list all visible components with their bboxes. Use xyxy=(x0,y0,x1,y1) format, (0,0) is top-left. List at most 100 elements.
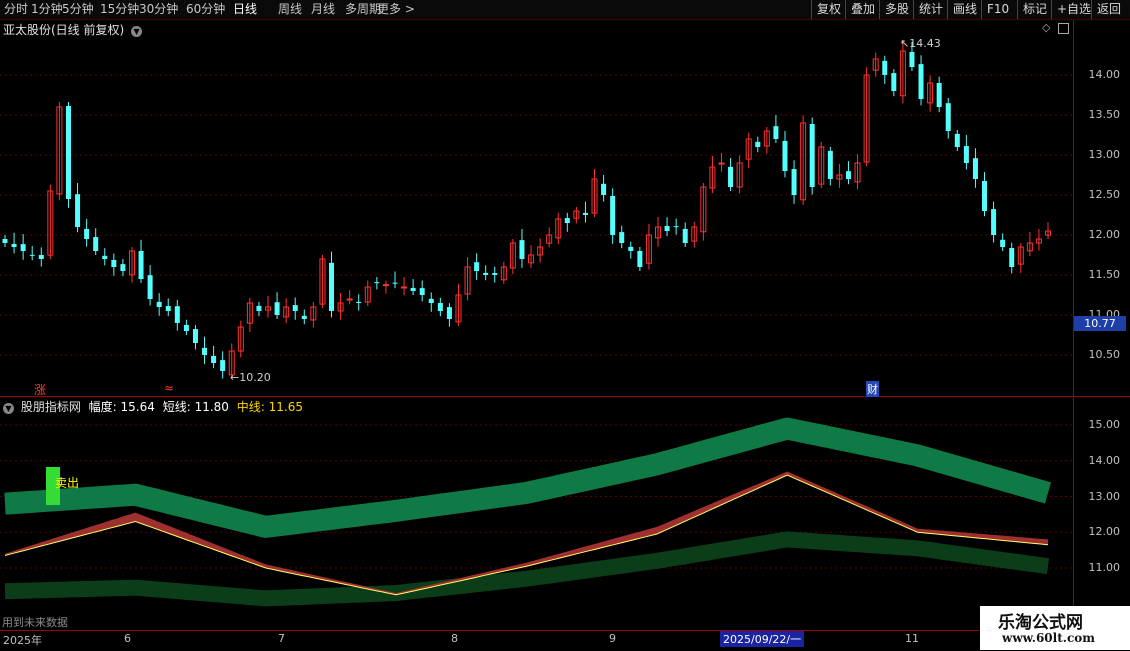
lower-band xyxy=(4,531,1050,607)
candle-body-down xyxy=(256,305,262,311)
price-tick: 14.00 xyxy=(1088,68,1121,81)
main-title: 亚太股份(日线 前复权) ▼ xyxy=(3,21,143,38)
candle-body-down xyxy=(637,251,643,267)
axis-label-8: 8 xyxy=(451,632,458,645)
indicator-tick: 15.00 xyxy=(1088,418,1121,431)
candle-body-down xyxy=(610,195,616,235)
price-tick: 13.50 xyxy=(1088,108,1121,121)
indicator-zhong: 中线: 11.65 xyxy=(236,400,303,414)
candle-body-down xyxy=(156,301,162,307)
candle-body-down xyxy=(446,307,452,319)
diamond-icon[interactable]: ◇ xyxy=(1042,21,1050,34)
date-axis: 2025年 6 7 8 9 2025/09/22/一 11 xyxy=(0,630,1130,651)
high-price-label: ↖14.43 xyxy=(900,37,941,50)
axis-label-11: 11 xyxy=(905,632,919,645)
indicator-tick: 13.00 xyxy=(1088,489,1121,503)
current-price-badge: 10.77 xyxy=(1074,316,1126,331)
candle-body-down xyxy=(755,141,761,147)
candle-body-down xyxy=(954,133,960,147)
price-tick: 11.50 xyxy=(1088,268,1121,281)
candle-body-down xyxy=(20,244,26,251)
candle-body-down xyxy=(619,232,625,243)
candle-body-down xyxy=(1009,247,1015,267)
watermark-url: www.60lt.com xyxy=(1002,631,1095,645)
candle-body-down xyxy=(773,126,779,139)
candle-body-down xyxy=(274,302,280,315)
candle-body-down xyxy=(474,262,480,271)
price-tick: 12.00 xyxy=(1088,228,1121,241)
watermark-name: 乐淘公式网 xyxy=(998,613,1083,633)
candle-body-down xyxy=(120,264,126,271)
candle-body-down xyxy=(809,123,815,187)
zhang-marker: 涨 xyxy=(34,383,47,397)
low-price-value: 10.20 xyxy=(239,371,271,384)
indicator-name[interactable]: 股朋指标网 xyxy=(21,400,81,414)
candle-body-down xyxy=(38,255,44,259)
candle-body-down xyxy=(936,83,942,107)
candle-body-down xyxy=(356,301,362,303)
axis-label-year: 2025年 xyxy=(3,634,42,647)
candle-body-down xyxy=(972,158,978,179)
xiu-marker: ≈ xyxy=(164,381,175,395)
candle-body-down xyxy=(1000,239,1006,247)
sell-signal-label: 卖出 xyxy=(55,476,80,490)
indicator-dropdown-icon[interactable]: ▼ xyxy=(3,403,14,414)
candle-body-down xyxy=(138,251,144,279)
candle-body-down xyxy=(392,282,398,284)
candle-body-down xyxy=(11,243,17,247)
candle-body-down xyxy=(945,103,951,131)
indicator-tick: 12.00 xyxy=(1088,525,1121,539)
indicator-scale: 15.00 14.00 13.00 12.00 11.00 xyxy=(1073,398,1130,630)
candle-body-down xyxy=(601,183,607,195)
candle-body-down xyxy=(782,140,788,171)
candle-body-down xyxy=(374,282,380,284)
candle-body-down xyxy=(84,228,90,239)
candle-body-down xyxy=(147,275,153,299)
candle-body-up xyxy=(346,298,353,301)
upper-band xyxy=(2,417,1052,538)
candle-body-down xyxy=(75,194,81,227)
candle-body-down xyxy=(29,254,35,256)
candle-body-down xyxy=(111,259,117,267)
candle-body-down xyxy=(410,287,416,291)
candle-body-down xyxy=(220,360,226,371)
candle-body-down xyxy=(419,288,425,295)
axis-label-6: 6 xyxy=(124,632,131,645)
candle-body-down xyxy=(673,226,679,228)
candle-body-down xyxy=(845,171,851,179)
candle-body-down xyxy=(192,329,198,343)
title-dropdown-icon[interactable]: ▼ xyxy=(131,26,143,37)
candle-body-down xyxy=(582,212,588,215)
future-data-note: 用到未来数据 xyxy=(2,616,68,629)
watermark-logo: 乐淘公式网 www.60lt.com xyxy=(980,606,1130,650)
main-title-text: 亚太股份(日线 前复权) xyxy=(3,23,125,37)
candle-body-down xyxy=(827,150,833,179)
candle-body-down xyxy=(628,246,634,251)
candle-body-down xyxy=(791,169,797,195)
candle-body-down xyxy=(909,51,915,67)
candle-body-down xyxy=(891,73,897,91)
candle-body-down xyxy=(428,298,434,303)
candle-body-down xyxy=(918,64,924,99)
axis-label-7: 7 xyxy=(278,632,285,645)
candle-body-down xyxy=(682,228,688,243)
indicator-duan: 短线: 11.80 xyxy=(162,400,229,414)
indicator-tick: 11.00 xyxy=(1088,561,1121,574)
candle-body-down xyxy=(301,315,307,319)
candle-body-down xyxy=(329,262,335,311)
panel-button-icon[interactable] xyxy=(1058,23,1069,34)
candle-body-down xyxy=(102,255,108,259)
candle-body-down xyxy=(664,226,670,231)
candle-body-down xyxy=(991,209,997,235)
candle-body-down xyxy=(492,273,498,275)
axis-label-9: 9 xyxy=(609,632,616,645)
candle-body-down xyxy=(174,306,180,323)
chart-canvas xyxy=(0,39,1130,607)
candle-body-down xyxy=(292,305,298,311)
candle-body-down xyxy=(65,106,71,199)
high-price-value: 14.43 xyxy=(909,37,941,50)
cai-marker: 财 xyxy=(866,381,879,397)
candle-body-up xyxy=(382,284,389,287)
candle-body-down xyxy=(2,239,8,243)
price-tick: 10.50 xyxy=(1088,348,1121,361)
